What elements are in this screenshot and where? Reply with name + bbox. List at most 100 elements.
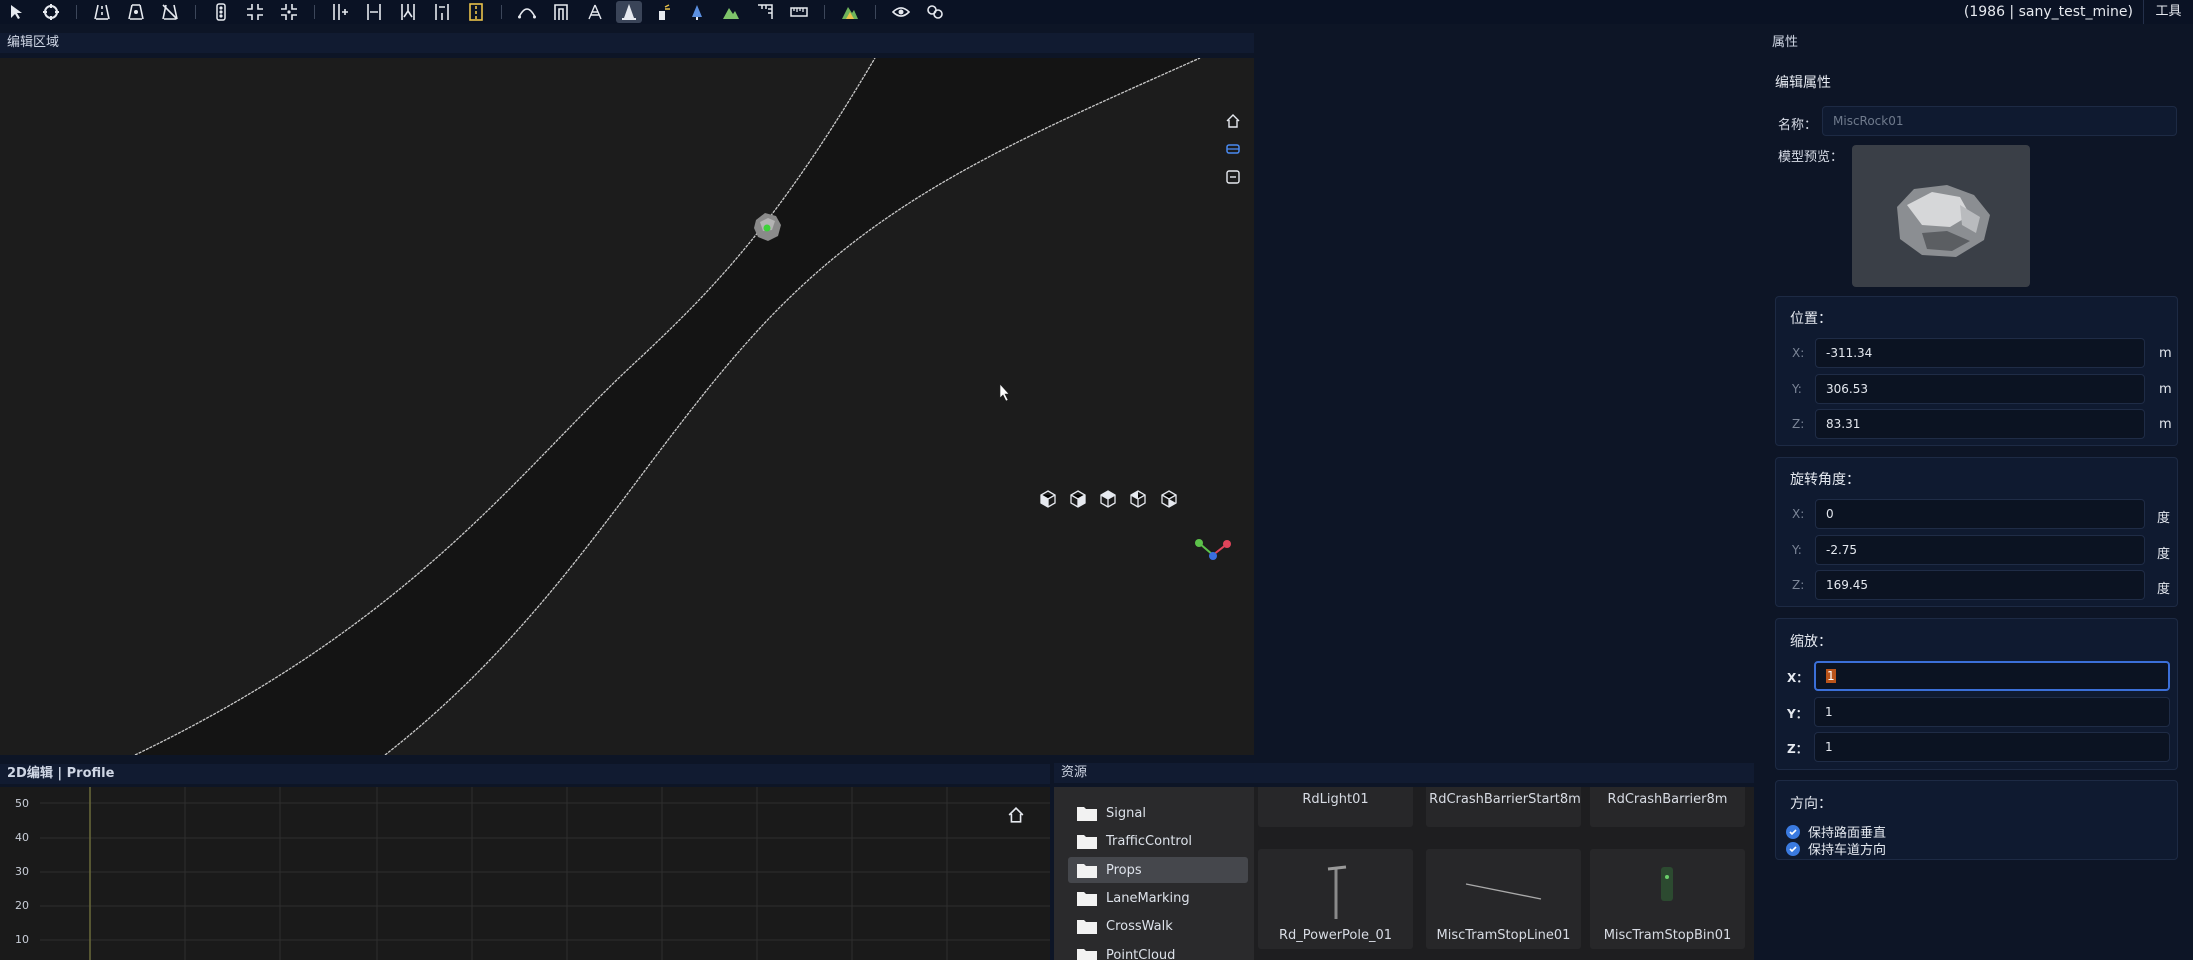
axis-label: Z: [1792,417,1805,431]
collapse-icon[interactable] [1222,166,1244,188]
axis-label: Z： [1787,742,1808,756]
traffic-light-icon[interactable] [208,1,234,23]
layers-icon[interactable] [1222,138,1244,160]
folder-lane-marking[interactable]: LaneMarking [1068,885,1248,911]
lane-width-icon[interactable] [361,1,387,23]
asset-name-tram-stop-line[interactable]: MiscTramStopLine01 [1426,927,1581,944]
toolbar-separator [195,5,196,19]
name-label: 名称： [1778,118,1818,133]
junction-icon[interactable] [242,1,268,23]
axis-gizmo [1195,539,1231,560]
keep-lane-direction-option[interactable]: 保持车道方向 [1786,839,1886,858]
name-field[interactable]: MiscRock01 [1822,106,2177,136]
lane-merge-icon[interactable] [429,1,455,23]
folder-point-cloud[interactable]: PointCloud [1068,942,1248,960]
position-x-field[interactable]: -311.34 [1815,338,2145,368]
folder-icon [1077,892,1097,906]
lane-marking-icon[interactable] [463,1,489,23]
unit-label: m [2159,382,2172,397]
road-delete-icon[interactable] [157,1,183,23]
lane-add-icon[interactable] [327,1,353,23]
junction-edit-icon[interactable] [276,1,302,23]
folder-signal[interactable]: Signal [1068,800,1248,826]
folder-icon [1077,949,1097,960]
tools-menu[interactable]: 工具 [2143,0,2193,24]
position-y-field[interactable]: 306.53 [1815,374,2145,404]
folder-props[interactable]: Props [1068,857,1248,883]
road-icon[interactable] [89,1,115,23]
orbit-icon[interactable] [38,1,64,23]
asset-name-tram-stop-bin[interactable]: MiscTramStopBin01 [1590,927,1745,944]
position-z-field[interactable]: 83.31 [1815,409,2145,439]
folder-label: CrossWalk [1106,918,1173,934]
lane-split-icon[interactable] [395,1,421,23]
link-icon[interactable] [922,1,948,23]
resources-header: 资源 [1054,763,1754,783]
folder-crosswalk[interactable]: CrossWalk [1068,913,1248,939]
asset-name-crash-barrier-start[interactable]: RdCrashBarrierStart8m [1426,791,1584,808]
rotation-z-field[interactable]: 169.45 [1815,570,2145,600]
edit-properties-title: 编辑属性 [1775,75,1831,91]
rotation-y-field[interactable]: -2.75 [1815,535,2145,565]
folder-icon [1077,920,1097,934]
select-arrow-icon[interactable] [4,1,30,23]
folder-traffic-control[interactable]: TrafficControl [1068,828,1248,854]
eye-icon[interactable] [888,1,914,23]
toolbar-separator [875,5,876,19]
profile-grid [40,787,1050,960]
axis-label: X: [1792,507,1805,521]
scale-z-field[interactable]: 1 [1814,732,2170,762]
curve-icon[interactable] [514,1,540,23]
rotation-x-field[interactable]: 0 [1815,499,2145,529]
axis-label: X: [1792,346,1805,360]
toolbar-separator [314,5,315,19]
view-cube-top-icon[interactable] [1095,486,1121,512]
asset-name-crash-barrier[interactable]: RdCrashBarrier8m [1590,791,1745,808]
preview-label: 模型预览： [1778,150,1844,165]
home-view-icon[interactable] [1222,110,1244,132]
axis-label: Y: [1792,543,1802,557]
unit-label: m [2159,346,2172,361]
spray-icon[interactable] [650,1,676,23]
scale-x-value: 1 [1826,669,1836,683]
arch-icon[interactable] [548,1,574,23]
3d-viewport[interactable] [0,58,1254,755]
scale-x-field[interactable]: 1 [1814,661,2170,691]
y-tick-label: 40 [15,831,29,844]
profile-graph[interactable]: 50 40 30 20 10 [0,787,1050,960]
toolbar-separator [824,5,825,19]
sign-icon[interactable] [684,1,710,23]
option-label: 保持车道方向 [1808,843,1887,858]
folder-label: Props [1106,862,1142,878]
rotation-label: 旋转角度： [1790,472,1860,488]
road-edit-icon[interactable] [123,1,149,23]
profile-home-icon[interactable] [1008,807,1026,825]
axis-label: X： [1787,671,1809,685]
folder-icon [1077,835,1097,849]
cone-icon[interactable] [616,1,642,23]
folder-label: Signal [1106,805,1146,821]
asset-name-rdlight01[interactable]: RdLight01 [1258,791,1413,808]
asset-name-power-pole[interactable]: Rd_PowerPole_01 [1258,927,1413,944]
properties-header: 属性 [1765,33,2193,53]
checkbox-checked-icon[interactable] [1786,824,1800,839]
rule-icon[interactable] [752,1,778,23]
view-cube-front-icon[interactable] [1035,486,1061,512]
toolbar-separator [501,5,502,19]
measure-icon[interactable] [786,1,812,23]
terrain-icon[interactable] [718,1,744,23]
y-tick-label: 10 [15,933,29,946]
view-cube-side-icon[interactable] [1065,486,1091,512]
view-cube-back-icon[interactable] [1125,486,1151,512]
unit-label: 度 [2157,511,2171,526]
position-label: 位置： [1790,311,1832,327]
scale-y-field[interactable]: 1 [1814,697,2170,727]
crosswalk-icon[interactable] [582,1,608,23]
resource-folder-list: Signal TrafficControl Props LaneMarking … [1054,787,1254,960]
mountain-icon[interactable] [837,1,863,23]
folder-label: TrafficControl [1106,833,1193,849]
view-cube-bottom-icon[interactable] [1156,486,1182,512]
checkbox-checked-icon[interactable] [1786,841,1800,856]
folder-label: LaneMarking [1106,890,1190,906]
folder-icon [1077,807,1097,821]
